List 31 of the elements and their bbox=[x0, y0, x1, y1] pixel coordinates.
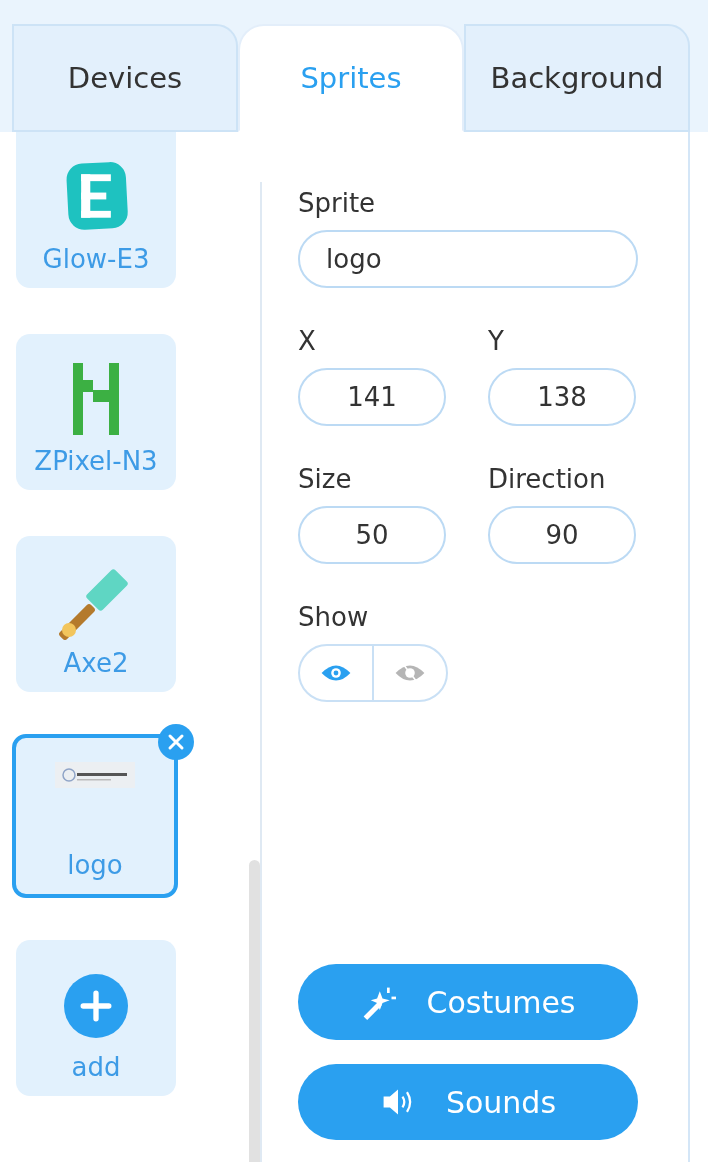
add-label: add bbox=[71, 1052, 121, 1082]
size-field[interactable]: 50 bbox=[298, 506, 446, 564]
sprite-name-field[interactable]: logo bbox=[298, 230, 638, 288]
sprite-tile[interactable]: logo bbox=[12, 734, 178, 898]
field-label: Show bbox=[298, 601, 370, 634]
field-label: Y bbox=[488, 325, 505, 358]
sprite-name: ZPixel-N3 bbox=[34, 446, 158, 476]
eye-slash-icon bbox=[394, 662, 426, 684]
tab[interactable]: Devices bbox=[12, 24, 238, 132]
sprite-tile[interactable]: Glow-E3 bbox=[16, 132, 176, 288]
tab[interactable]: Sprites bbox=[238, 24, 464, 132]
sprite-name: logo bbox=[67, 850, 123, 880]
close-icon[interactable] bbox=[158, 724, 194, 760]
sprite-name: Glow-E3 bbox=[42, 244, 150, 274]
field-label: Sprite bbox=[298, 187, 377, 220]
field-label: Size bbox=[298, 463, 353, 496]
sprite-tile[interactable]: ZPixel-N3 bbox=[16, 334, 176, 490]
sprite-name: Axe2 bbox=[63, 648, 129, 678]
y-field[interactable]: 138 bbox=[488, 368, 636, 426]
add-icon bbox=[64, 974, 128, 1038]
sprite-tile[interactable]: Axe2 bbox=[16, 536, 176, 692]
x-field[interactable]: 141 bbox=[298, 368, 446, 426]
scrollbar[interactable] bbox=[248, 860, 260, 1162]
sounds-button[interactable]: Sounds bbox=[298, 1064, 638, 1140]
eye-icon bbox=[320, 662, 352, 684]
tab[interactable]: Background bbox=[464, 24, 690, 132]
add-tile[interactable]: add bbox=[16, 940, 176, 1096]
direction-field[interactable]: 90 bbox=[488, 506, 636, 564]
costumes-button[interactable]: Costumes bbox=[298, 964, 638, 1040]
field-label: X bbox=[298, 325, 317, 358]
field-label: Direction bbox=[488, 463, 607, 496]
